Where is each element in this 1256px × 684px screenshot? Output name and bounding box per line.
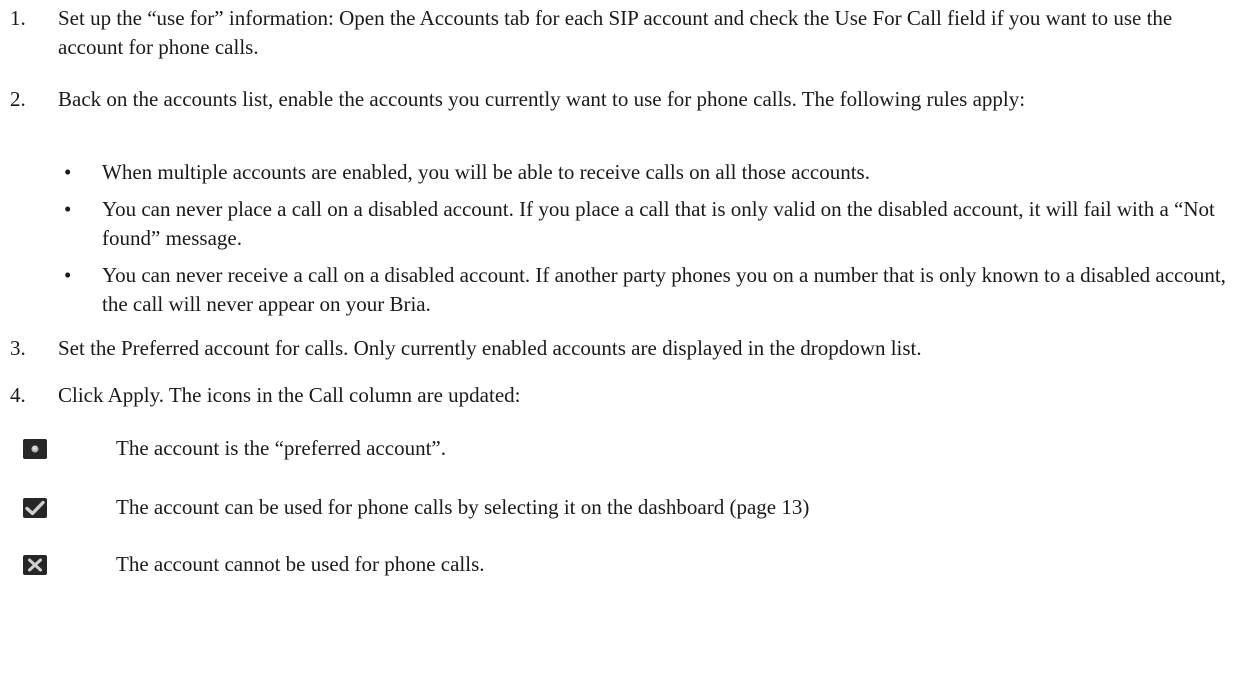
icon-description: The account cannot be used for phone cal… <box>116 552 485 576</box>
step-number: 3. <box>10 336 26 360</box>
icon-description: The account can be used for phone calls … <box>116 495 810 519</box>
call-icon-row-unusable: The account cannot be used for phone cal… <box>0 550 1240 584</box>
step-text: Set up the “use for” information: Open t… <box>58 6 1173 59</box>
document-page: 1. Set up the “use for” information: Ope… <box>0 0 1256 684</box>
rule-text: You can never receive a call on a disabl… <box>102 263 1226 316</box>
rule-text: You can never place a call on a disabled… <box>102 197 1215 250</box>
rule-text: When multiple accounts are enabled, you … <box>102 160 870 184</box>
bullet-icon: • <box>64 263 72 287</box>
step-text: Set the Preferred account for calls. Onl… <box>58 336 922 360</box>
step-text: Click Apply. The icons in the Call colum… <box>58 383 521 407</box>
cross-icon <box>22 552 48 578</box>
call-icon-row-usable: The account can be used for phone calls … <box>0 493 1240 527</box>
bullet-icon: • <box>64 160 72 184</box>
step-number: 4. <box>10 383 26 407</box>
step-text: Back on the accounts list, enable the ac… <box>58 87 1026 111</box>
preferred-dot-icon <box>22 436 48 462</box>
step-number: 1. <box>10 6 26 30</box>
bullet-icon: • <box>64 197 72 221</box>
icon-description: The account is the “preferred account”. <box>116 436 446 460</box>
step-number: 2. <box>10 87 26 111</box>
call-icon-row-preferred: The account is the “preferred account”. <box>0 434 1240 468</box>
checkmark-icon <box>22 495 48 521</box>
